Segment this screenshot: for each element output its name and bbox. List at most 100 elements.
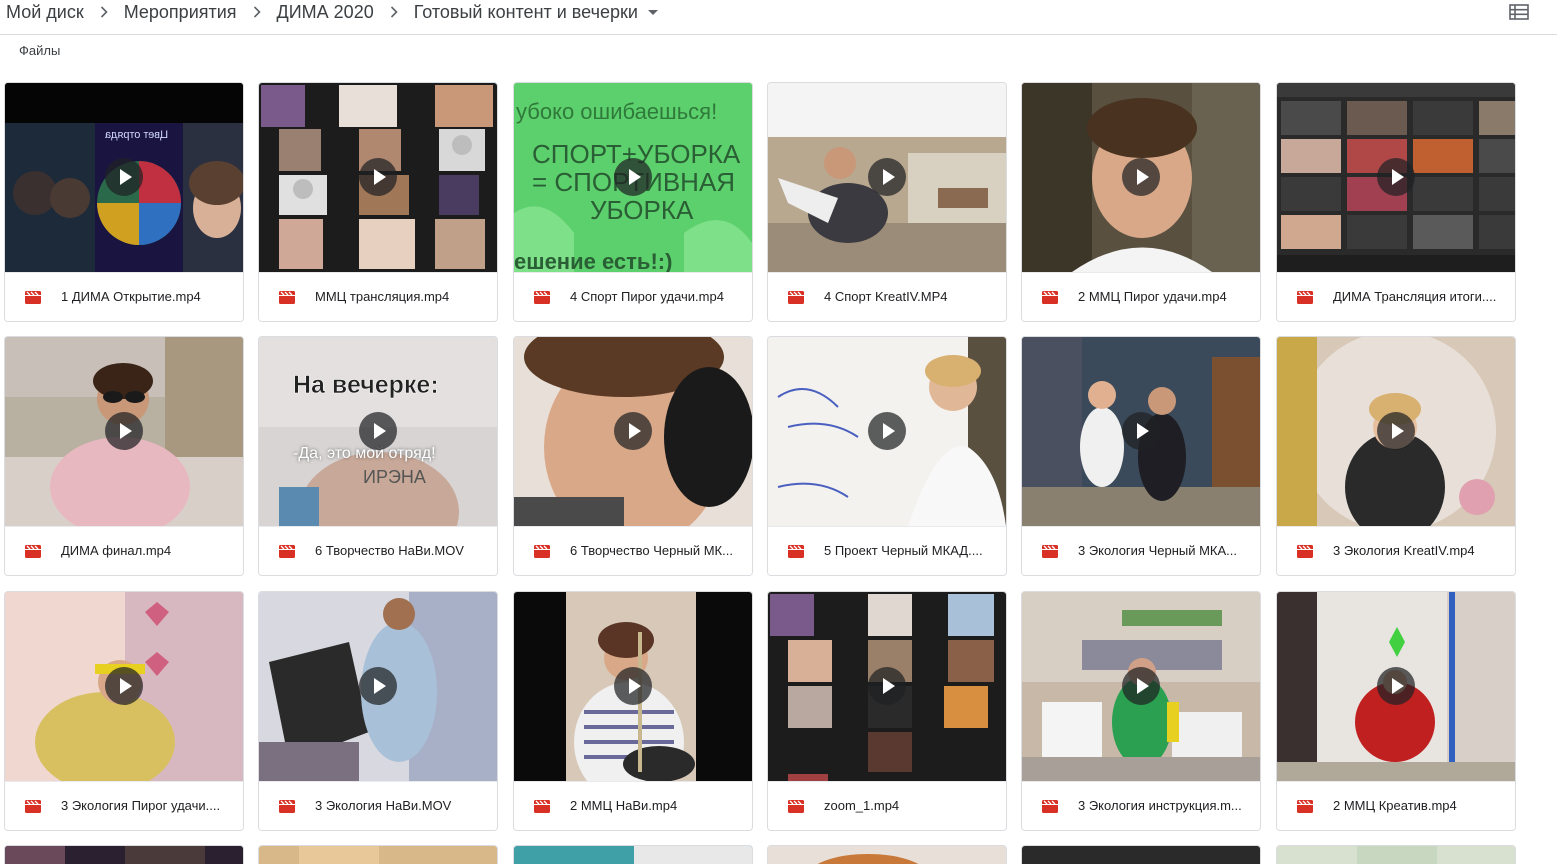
file-card[interactable]: ДИМА Трансляция итоги....	[1276, 82, 1516, 322]
file-card[interactable]: 2 ММЦ НаВи.mp4	[513, 591, 753, 831]
breadcrumb-my-drive[interactable]: Мой диск	[6, 1, 84, 23]
chevron-right-icon	[374, 1, 414, 23]
file-name: 3 Экология инструкция.m...	[1078, 798, 1242, 813]
file-card[interactable]: 3 Экология KreatIV.mp4	[1276, 336, 1516, 576]
video-thumbnail	[1022, 83, 1260, 272]
video-file-icon	[534, 800, 550, 813]
thumb-overlay-text: убоко ошибаешься!	[516, 99, 718, 124]
file-name: 6 Творчество Черный МК...	[570, 543, 733, 558]
file-caption: 4 Спорт Пирог удачи.mp4	[514, 272, 752, 321]
video-thumbnail	[1277, 83, 1515, 272]
file-card[interactable]: ДИМА финал.mp4	[4, 336, 244, 576]
play-icon	[614, 667, 652, 705]
play-icon	[614, 158, 652, 196]
file-card[interactable]	[767, 845, 1007, 864]
thumb-overlay-text: Цвет отряда	[105, 129, 169, 141]
video-file-icon	[534, 291, 550, 304]
file-card[interactable]	[1021, 845, 1261, 864]
video-file-icon	[534, 545, 550, 558]
file-card[interactable]	[1276, 845, 1516, 864]
file-card[interactable]: убоко ошибаешься! СПОРТ+УБОРКА = СПОРТИВ…	[513, 82, 753, 322]
breadcrumb-events[interactable]: Мероприятия	[124, 1, 237, 23]
list-view-icon[interactable]	[1508, 2, 1530, 22]
file-caption: 2 ММЦ Пирог удачи.mp4	[1022, 272, 1260, 321]
file-card[interactable]: 3 Экология инструкция.m...	[1021, 591, 1261, 831]
file-name: ДИМА Трансляция итоги....	[1333, 289, 1497, 304]
video-file-icon	[25, 291, 41, 304]
thumb-overlay-text: УБОРКА	[590, 195, 694, 225]
video-thumbnail	[514, 592, 752, 781]
file-name: 1 ДИМА Открытие.mp4	[61, 289, 201, 304]
breadcrumb: Мой диск Мероприятия ДИМА 2020 Готовый к…	[6, 1, 658, 23]
file-caption: 2 ММЦ НаВи.mp4	[514, 781, 752, 830]
video-file-icon	[1042, 545, 1058, 558]
video-file-icon	[1297, 545, 1313, 558]
play-icon	[1122, 158, 1160, 196]
video-thumbnail	[1277, 337, 1515, 526]
thumb-overlay-text: ешение есть!:)	[514, 249, 673, 272]
file-name: 2 ММЦ Пирог удачи.mp4	[1078, 289, 1227, 304]
file-name: 6 Творчество НаВи.MOV	[315, 543, 464, 558]
play-icon	[105, 412, 143, 450]
play-icon	[359, 412, 397, 450]
thumb-overlay-text: -Да, это мой отряд!	[293, 445, 436, 462]
file-name: ДИМА финал.mp4	[61, 543, 172, 558]
file-card[interactable]: 3 Экология НаВи.MOV	[258, 591, 498, 831]
breadcrumb-current-folder[interactable]: Готовый контент и вечерки	[414, 1, 638, 23]
file-card[interactable]: 3 Экология Пирог удачи....	[4, 591, 244, 831]
video-file-icon	[1297, 291, 1313, 304]
video-file-icon	[788, 800, 804, 813]
thumb-overlay-text: ИРЭНА	[363, 467, 426, 487]
video-thumbnail	[768, 592, 1006, 781]
file-name: 3 Экология KreatIV.mp4	[1333, 543, 1475, 558]
file-card[interactable]: ММЦ трансляция.mp4	[258, 82, 498, 322]
top-bar: Мой диск Мероприятия ДИМА 2020 Готовый к…	[0, 0, 1557, 35]
file-caption: 1 ДИМА Открытие.mp4	[5, 272, 243, 321]
video-file-icon	[788, 545, 804, 558]
play-icon	[868, 412, 906, 450]
play-icon	[1377, 158, 1415, 196]
file-name: 2 ММЦ НаВи.mp4	[570, 798, 678, 813]
video-thumbnail	[259, 592, 497, 781]
file-name: 3 Экология Пирог удачи....	[61, 798, 221, 813]
video-thumbnail	[1277, 592, 1515, 781]
video-file-icon	[788, 291, 804, 304]
video-thumbnail	[514, 846, 752, 864]
video-thumbnail	[5, 846, 243, 864]
breadcrumb-dima-2020[interactable]: ДИМА 2020	[277, 1, 374, 23]
file-card[interactable]: 2 ММЦ Пирог удачи.mp4	[1021, 82, 1261, 322]
file-card[interactable]	[4, 845, 244, 864]
video-file-icon	[25, 800, 41, 813]
play-icon	[1122, 412, 1160, 450]
file-card[interactable]	[258, 845, 498, 864]
file-caption: 6 Творчество Черный МК...	[514, 526, 752, 575]
file-card[interactable]: 6 Творчество Черный МК...	[513, 336, 753, 576]
video-file-icon	[279, 545, 295, 558]
files-section-label: Файлы	[19, 43, 61, 58]
chevron-right-icon	[84, 1, 124, 23]
file-card[interactable]: Цвет отряда 1 ДИМА Открытие.mp4	[4, 82, 244, 322]
file-caption: ДИМА Трансляция итоги....	[1277, 272, 1515, 321]
file-caption: zoom_1.mp4	[768, 781, 1006, 830]
file-name: 5 Проект Черный МКАД....	[824, 543, 983, 558]
file-name: 2 ММЦ Креатив.mp4	[1333, 798, 1457, 813]
play-icon	[359, 158, 397, 196]
file-card[interactable]: zoom_1.mp4	[767, 591, 1007, 831]
file-caption: 4 Спорт KreatIV.MP4	[768, 272, 1006, 321]
file-card[interactable]: На вечерке: -Да, это мой отряд! ИРЭНА 6 …	[258, 336, 498, 576]
video-thumbnail	[514, 337, 752, 526]
file-card[interactable]	[513, 845, 753, 864]
file-card[interactable]: 4 Спорт KreatIV.MP4	[767, 82, 1007, 322]
file-name: 4 Спорт KreatIV.MP4	[824, 289, 948, 304]
video-thumbnail	[1277, 846, 1515, 864]
file-caption: 3 Экология Черный МКА...	[1022, 526, 1260, 575]
video-file-icon	[1042, 800, 1058, 813]
file-caption: ДИМА финал.mp4	[5, 526, 243, 575]
play-icon	[105, 667, 143, 705]
file-name: ММЦ трансляция.mp4	[315, 289, 450, 304]
file-card[interactable]: 2 ММЦ Креатив.mp4	[1276, 591, 1516, 831]
file-card[interactable]: 5 Проект Черный МКАД....	[767, 336, 1007, 576]
chevron-down-icon[interactable]	[647, 9, 658, 15]
file-card[interactable]: 3 Экология Черный МКА...	[1021, 336, 1261, 576]
play-icon	[1122, 667, 1160, 705]
